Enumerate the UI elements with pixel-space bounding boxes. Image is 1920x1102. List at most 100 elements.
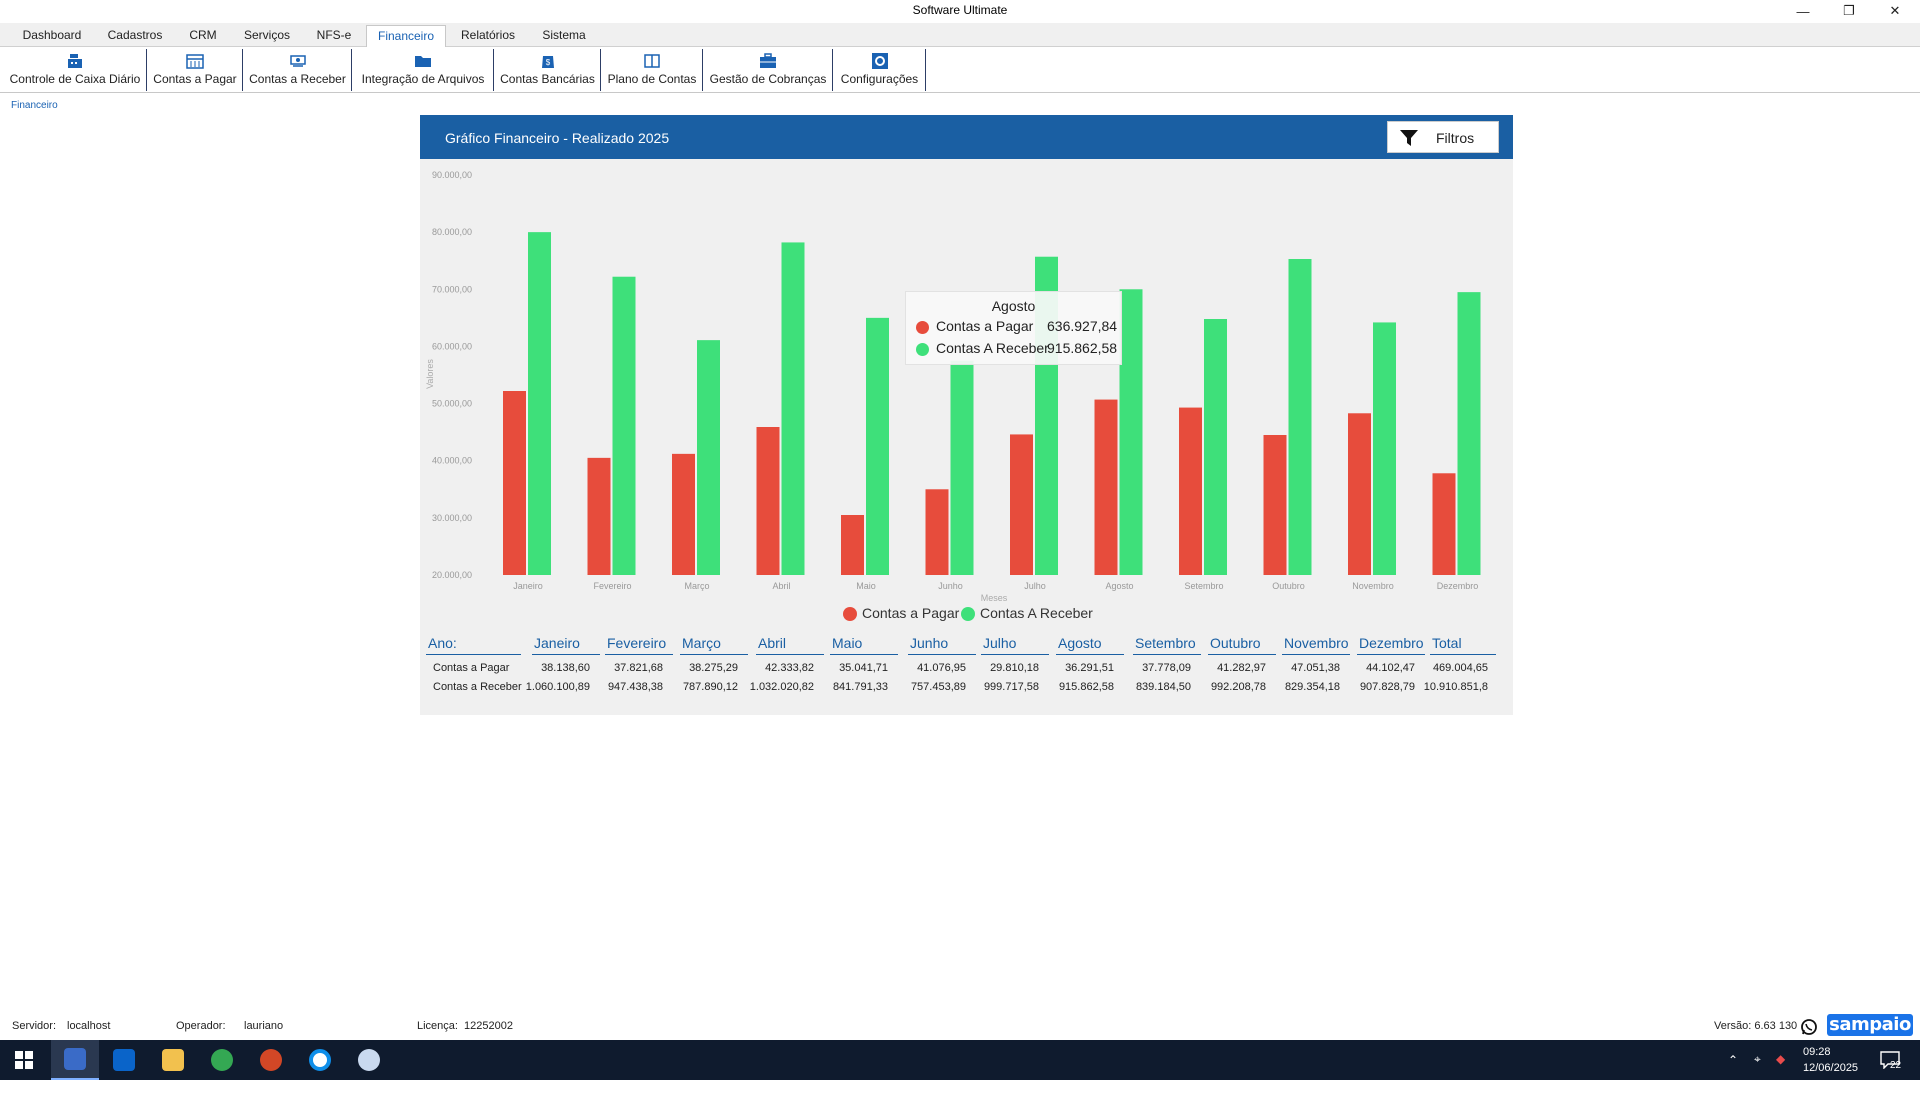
tab-nfse[interactable]: NFS-e: [308, 25, 360, 47]
x-tick-label: Maio: [856, 581, 876, 591]
table-cell: 829.354,18: [1284, 681, 1340, 693]
restore-button[interactable]: ❐: [1826, 0, 1872, 22]
column-header: Junho: [908, 635, 976, 655]
toolbar-contas-receber-button[interactable]: Contas a Receber: [244, 49, 352, 91]
network-icon[interactable]: ⌖: [1754, 1052, 1761, 1092]
table-cell: 36.291,51: [1065, 662, 1114, 674]
breadcrumb[interactable]: Financeiro: [11, 100, 58, 111]
chrome-icon: [211, 1049, 233, 1071]
x-tick-label: Junho: [938, 581, 963, 591]
file-explorer-icon: [162, 1049, 184, 1071]
table-cell: 999.717,58: [983, 681, 1039, 693]
tooltip-series-name: Contas a Pagar: [936, 318, 1034, 334]
toolbar-contas-bancarias-button[interactable]: $ Contas Bancárias: [495, 49, 601, 91]
security-icon[interactable]: ◆: [1776, 1052, 1785, 1092]
taskbar-teamviewer[interactable]: [296, 1040, 344, 1080]
y-tick-label: 50.000,00: [432, 399, 472, 409]
table-cell: 47.051,38: [1291, 662, 1340, 674]
summary-table: Ano: Janeiro Fevereiro Março Abril Maio Junho…: [420, 635, 1513, 715]
column-header: Março: [680, 635, 748, 655]
y-axis-label: Valores: [425, 359, 435, 389]
table-cell: 469.004,65: [1432, 662, 1488, 674]
close-button[interactable]: ✕: [1872, 0, 1918, 22]
x-tick-label: Março: [684, 581, 709, 591]
license-label: Licença:: [417, 1020, 458, 1032]
table-cell: 41.282,97: [1217, 662, 1266, 674]
powerpoint-icon: [260, 1049, 282, 1071]
bar-receber: [866, 317, 889, 575]
table-cell: 1.032.020,82: [749, 681, 814, 693]
tab-cadastros[interactable]: Cadastros: [96, 25, 174, 47]
taskbar-chrome[interactable]: [198, 1040, 246, 1080]
table-cell: 1.060.100,89: [525, 681, 590, 693]
whatsapp-icon[interactable]: [1800, 1018, 1818, 1036]
taskbar-ultimate-app[interactable]: [51, 1040, 99, 1080]
toolbar-configuracoes-button[interactable]: Configurações: [834, 49, 926, 91]
year-label: Ano:: [426, 635, 521, 655]
tab-servicos[interactable]: Serviços: [232, 25, 302, 47]
x-tick-label: Julho: [1024, 581, 1046, 591]
toolbar-label: Contas a Receber: [249, 72, 346, 86]
bar-pagar: [672, 453, 695, 575]
tooltip-series-name: Contas A Receber: [936, 340, 1049, 356]
taskbar-paint[interactable]: [345, 1040, 393, 1080]
folder-icon: [415, 56, 431, 67]
tooltip-value: 915.862,58: [1047, 340, 1118, 356]
chart-panel: Gráfico Financeiro - Realizado 2025 Filt…: [420, 115, 1513, 715]
toolbar-gestao-cobrancas-button[interactable]: Gestão de Cobranças: [704, 49, 833, 91]
taskbar-powerpoint[interactable]: [247, 1040, 295, 1080]
table-cell: 947.438,38: [607, 681, 663, 693]
tab-dashboard[interactable]: Dashboard: [14, 25, 90, 47]
x-tick-label: Setembro: [1184, 581, 1223, 591]
tooltip-dot-pagar: [916, 321, 929, 334]
toolbar-label: Controle de Caixa Diário: [9, 72, 141, 86]
tab-relatorios[interactable]: Relatórios: [452, 25, 524, 47]
bar-receber: [1457, 292, 1481, 575]
y-tick-label: 90.000,00: [432, 170, 472, 180]
tab-crm[interactable]: CRM: [180, 25, 226, 47]
taskbar-file-explorer[interactable]: [149, 1040, 197, 1080]
title-bar: Software Ultimate — ❐ ✕: [0, 0, 1920, 22]
operator-label: Operador:: [176, 1020, 226, 1032]
filter-button[interactable]: Filtros: [1387, 121, 1499, 153]
toolbar-integracao-arquivos-button[interactable]: Integração de Arquivos: [353, 49, 494, 91]
table-cell: 29.810,18: [990, 662, 1039, 674]
bar-pagar: [1263, 435, 1287, 575]
bar-pagar: [1010, 434, 1033, 575]
server-label: Servidor:: [12, 1020, 57, 1032]
tray-chevron-up-icon[interactable]: ⌃: [1728, 1053, 1738, 1093]
x-tick-label: Abril: [772, 581, 790, 591]
row-label: Contas a Pagar: [433, 662, 510, 674]
svg-text:$: $: [545, 58, 550, 67]
bar-receber: [1373, 322, 1396, 575]
clock-date[interactable]: 12/06/2025: [1803, 1062, 1858, 1102]
panel-title: Gráfico Financeiro - Realizado 2025: [445, 130, 670, 146]
table-cell: 38.275,29: [689, 662, 738, 674]
legend-dot: [961, 607, 975, 621]
toolbar-contas-pagar-button[interactable]: Contas a Pagar: [148, 49, 243, 91]
start-icon: [15, 1051, 33, 1069]
toolbar-label: Plano de Contas: [607, 72, 697, 86]
y-tick-label: 20.000,00: [432, 570, 472, 580]
legend-label: Contas a Pagar: [862, 605, 960, 621]
toolbar-controle-caixa-button[interactable]: Controle de Caixa Diário: [4, 49, 147, 91]
tab-sistema[interactable]: Sistema: [530, 25, 598, 47]
tab-financeiro[interactable]: Financeiro: [366, 25, 446, 47]
toolbar-plano-contas-button[interactable]: Plano de Contas: [602, 49, 703, 91]
money-icon: [289, 55, 306, 67]
bar-pagar: [587, 457, 611, 575]
column-header: Dezembro: [1357, 635, 1425, 655]
menu-tabs: Dashboard Cadastros CRM Serviços NFS-e F…: [0, 23, 1920, 47]
notification-count: 22: [1890, 1060, 1902, 1071]
status-bar: Servidor: localhost Operador: lauriano L…: [0, 1015, 1920, 1039]
minimize-button[interactable]: —: [1780, 0, 1826, 22]
book-icon: [644, 54, 660, 68]
filter-icon: [1400, 130, 1418, 146]
table-cell: 10.910.851,8: [1423, 681, 1488, 693]
taskbar-outlook[interactable]: [100, 1040, 148, 1080]
table-cell: 37.778,09: [1142, 662, 1191, 674]
tooltip-title: Agosto: [991, 298, 1036, 314]
bar-chart: 20.000,00 30.000,00 40.000,00 50.000,00 60.0…: [425, 170, 1481, 603]
start-button[interactable]: [0, 1040, 48, 1080]
table-cell: 915.862,58: [1058, 681, 1114, 693]
